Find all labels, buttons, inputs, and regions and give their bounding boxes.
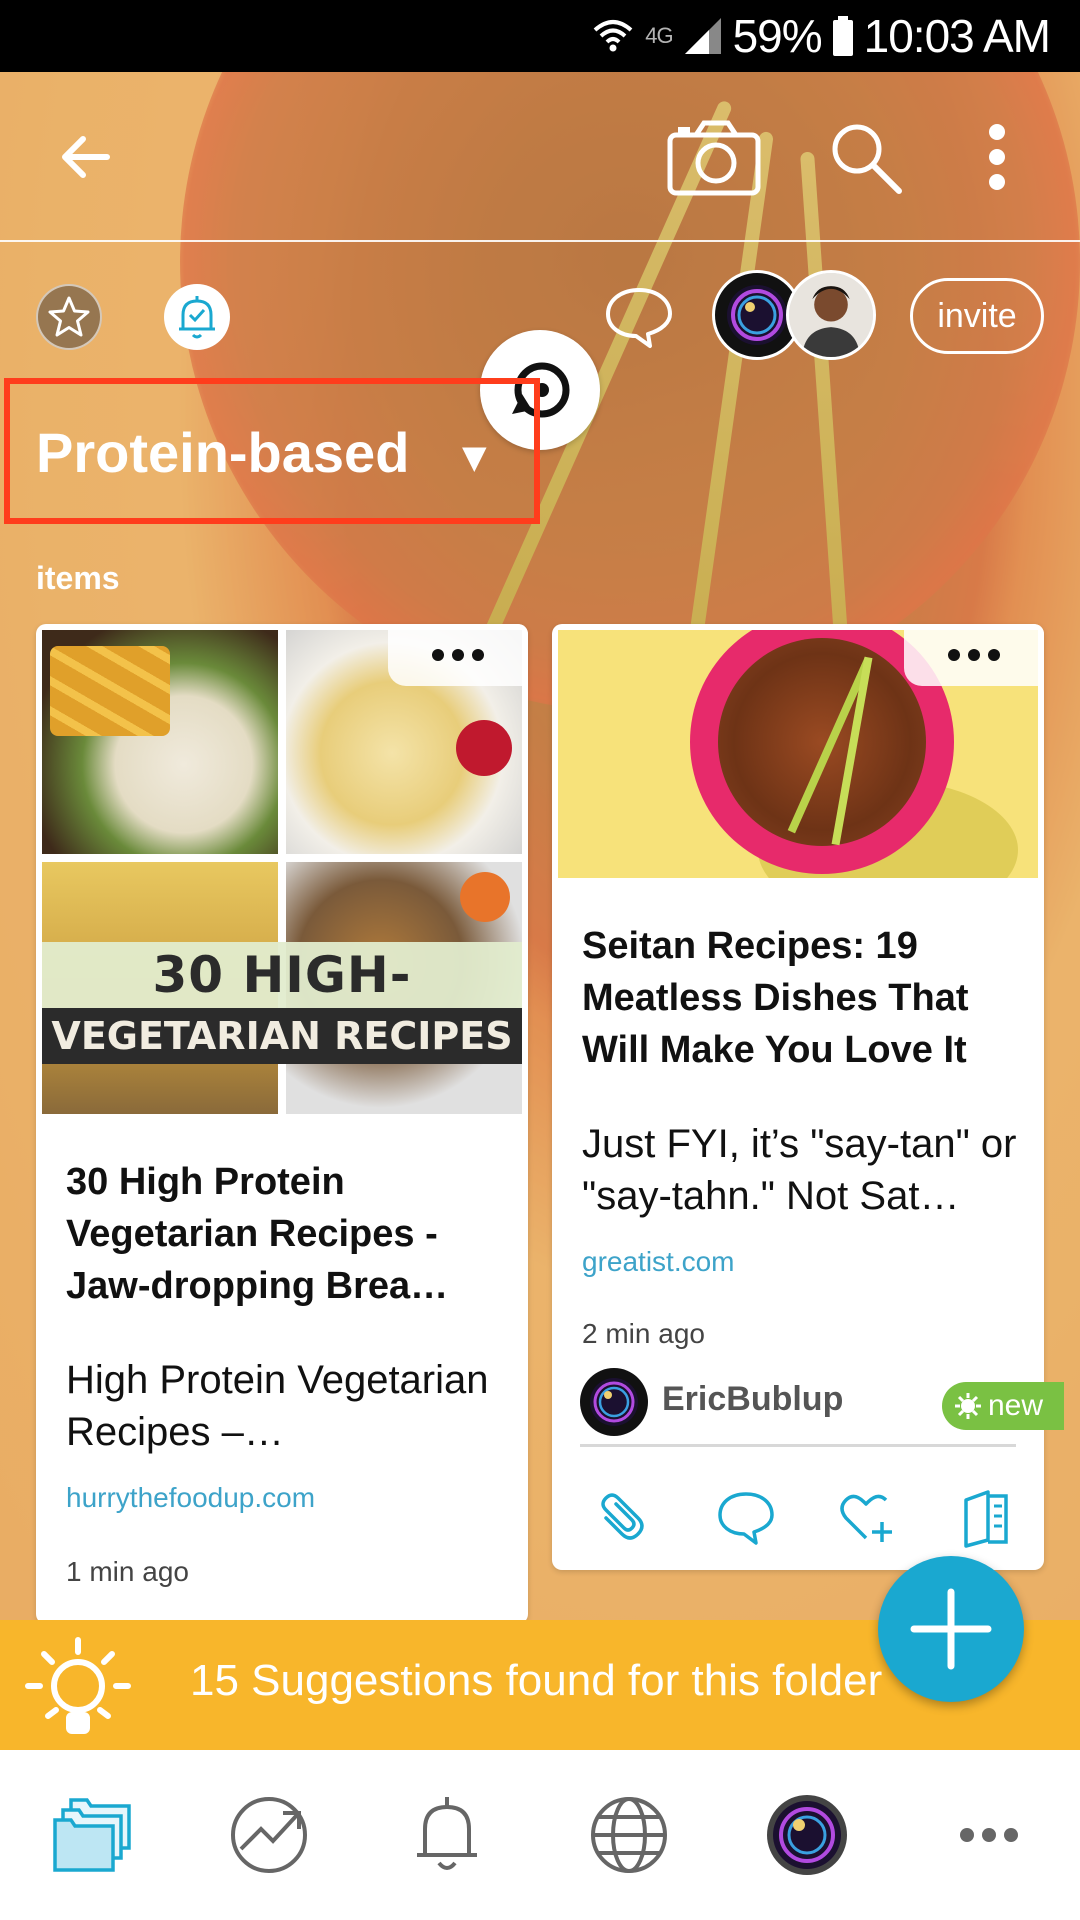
camera-icon <box>667 120 761 196</box>
card-divider <box>580 1444 1016 1447</box>
book-icon <box>964 1490 1008 1548</box>
person-avatar-icon <box>789 273 873 357</box>
bottom-navigation <box>0 1750 1080 1920</box>
card-description: Just FYI, it’s "say-tan" or "say-tahn." … <box>582 1122 1017 1218</box>
card-title: 30 High Protein Vegetarian Recipes - Jaw… <box>66 1161 449 1307</box>
search-icon <box>832 124 902 194</box>
top-toolbar <box>0 72 1080 242</box>
invite-button[interactable]: invite <box>910 278 1044 354</box>
items-section-label: items <box>36 560 120 596</box>
card-timestamp: 1 min ago <box>66 1556 189 1587</box>
lightbulb-icon <box>25 1637 131 1734</box>
overflow-menu-button[interactable] <box>962 112 1032 202</box>
search-button[interactable] <box>820 112 910 202</box>
bell-icon <box>417 1797 477 1870</box>
salad-photo <box>42 630 278 854</box>
status-icons: 4G 59% 10:03 AM <box>591 10 1051 62</box>
nav-activity[interactable] <box>224 1790 314 1880</box>
author-name[interactable]: EricBublup <box>662 1380 843 1419</box>
new-badge-label: new <box>988 1389 1044 1422</box>
bubble-avatar-icon <box>727 285 787 345</box>
card-menu-button[interactable] <box>388 624 528 686</box>
plus-icon <box>910 1588 992 1670</box>
collage-banner-top: 30 HIGH-PROTEIN <box>42 942 522 1070</box>
card-source-link[interactable]: greatist.com <box>582 1246 735 1278</box>
card-menu-button[interactable] <box>904 624 1044 686</box>
card-collage-image: 30 HIGH-PROTEIN VEGETARIAN RECIPES <box>42 630 522 1114</box>
nav-notifications[interactable] <box>402 1790 492 1880</box>
nav-more[interactable] <box>944 1790 1034 1880</box>
back-button[interactable] <box>40 112 130 202</box>
heart-plus-icon <box>840 1494 892 1542</box>
comments-button[interactable] <box>604 282 674 352</box>
like-button[interactable] <box>836 1488 896 1548</box>
clock: 10:03 AM <box>863 10 1051 62</box>
star-icon <box>48 296 90 337</box>
nav-profile[interactable] <box>762 1790 852 1880</box>
invite-label: invite <box>937 296 1017 335</box>
camera-button[interactable] <box>664 112 764 202</box>
author-avatar[interactable] <box>580 1368 648 1436</box>
save-button[interactable] <box>956 1488 1016 1548</box>
card-timestamp: 2 min ago <box>582 1318 705 1349</box>
collage-banner-bottom: VEGETARIAN RECIPES <box>42 1008 522 1064</box>
card-title: Seitan Recipes: 19 Meatless Dishes That … <box>582 925 969 1071</box>
attach-button[interactable] <box>588 1488 648 1548</box>
battery-icon <box>832 16 853 56</box>
signal-icon <box>684 18 721 54</box>
new-badge: new <box>942 1382 1064 1430</box>
card-description: High Protein Vegetarian Recipes –… <box>66 1358 489 1454</box>
item-card[interactable]: 30 HIGH-PROTEIN VEGETARIAN RECIPES 30 Hi… <box>36 624 528 1624</box>
sparkle-icon <box>955 1393 981 1419</box>
add-item-button[interactable] <box>878 1556 1024 1702</box>
more-horizontal-icon <box>960 1828 1018 1842</box>
globe-icon <box>591 1797 667 1873</box>
profile-avatar-icon <box>767 1795 847 1875</box>
suggestions-text: 15 Suggestions found for this folder <box>190 1656 883 1705</box>
bubble-avatar-icon <box>590 1378 638 1426</box>
wifi-icon <box>593 20 633 52</box>
avatar[interactable] <box>786 270 876 360</box>
comment-button[interactable] <box>716 1488 776 1548</box>
arrow-left-icon <box>62 136 110 178</box>
notification-bell-button[interactable] <box>164 284 230 350</box>
highlight-box <box>4 378 540 524</box>
folders-icon <box>53 1798 131 1872</box>
bell-check-icon <box>179 296 215 339</box>
paperclip-icon <box>601 1493 644 1540</box>
more-vertical-icon <box>989 124 1005 190</box>
network-type: 4G <box>645 23 673 48</box>
favorite-button[interactable] <box>36 284 102 350</box>
speech-bubble-icon <box>606 288 672 348</box>
comment-icon <box>718 1492 774 1545</box>
card-source-link[interactable]: hurrythefoodup.com <box>66 1482 315 1514</box>
nav-explore[interactable] <box>584 1790 674 1880</box>
nav-folders[interactable] <box>48 1790 138 1880</box>
status-bar: 4G 59% 10:03 AM <box>0 0 1080 72</box>
battery-percent: 59% <box>732 10 823 62</box>
trending-icon <box>231 1797 307 1873</box>
